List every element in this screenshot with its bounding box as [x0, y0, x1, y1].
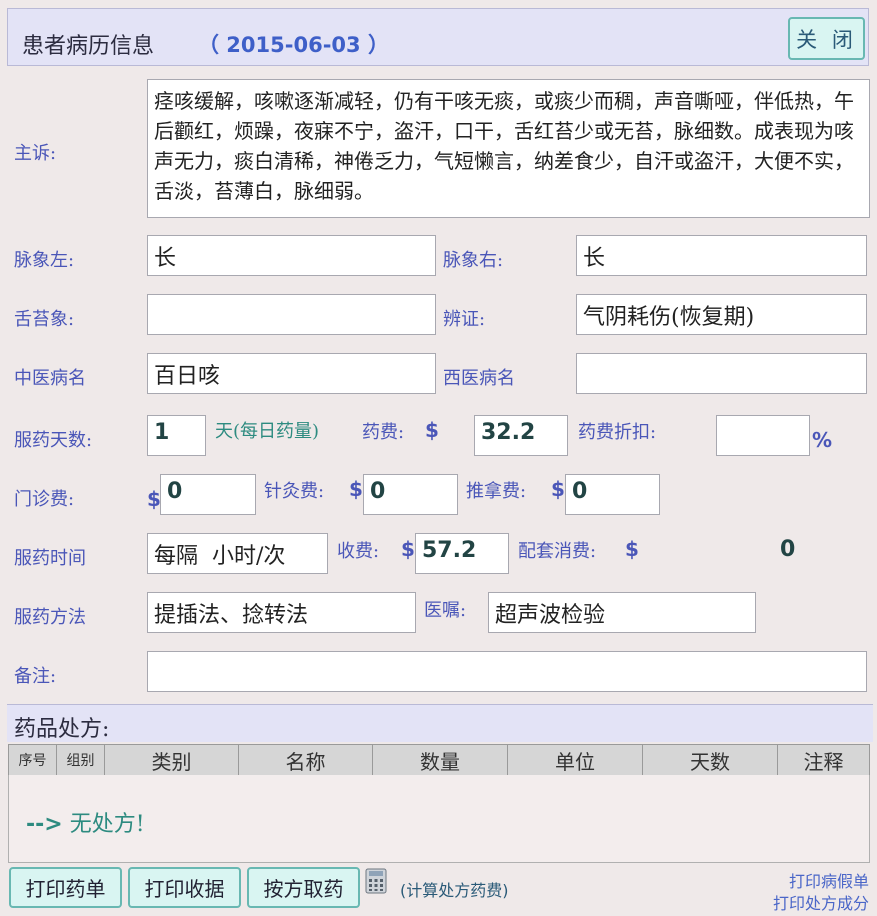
acupuncture-fee-currency: $	[349, 477, 363, 501]
syndrome-label: 辨证:	[443, 309, 486, 330]
dosing-time-label: 服药时间	[14, 548, 86, 569]
print-drug-list-button[interactable]: 打印药单	[9, 867, 122, 908]
col-header-unit[interactable]: 单位	[507, 744, 643, 776]
discount-label: 药费折扣:	[578, 422, 657, 443]
prescription-header-row: 序号 组别 类别 名称 数量 单位 天数 注释	[8, 744, 870, 776]
pulse-left-field[interactable]: 长	[147, 235, 436, 276]
col-header-quantity[interactable]: 数量	[372, 744, 508, 776]
supplies-fee-label: 配套消费:	[518, 541, 597, 562]
chief-complaint-textarea[interactable]: 痉咳缓解，咳嗽逐渐减轻，仍有干咳无痰，或痰少而稠，声音嘶哑，伴低热，午后颧红，烦…	[147, 79, 870, 218]
supplies-fee-value: 0	[780, 537, 796, 562]
drug-fee-currency: $	[425, 418, 439, 442]
western-disease-field[interactable]	[576, 353, 867, 394]
massage-fee-field[interactable]: 0	[565, 474, 660, 515]
calculate-fee-note: (计算处方药费)	[400, 881, 509, 900]
clinic-fee-label: 门诊费:	[14, 489, 75, 510]
drug-fee-field[interactable]: 32.2	[474, 415, 568, 456]
syndrome-field[interactable]: 气阴耗伤(恢复期)	[576, 294, 867, 335]
days-unit: 天(每日药量)	[215, 421, 320, 442]
col-header-name[interactable]: 名称	[238, 744, 373, 776]
no-prescription-text: 无处方!	[69, 812, 145, 837]
orders-label: 医嘱:	[424, 600, 467, 621]
acupuncture-fee-field[interactable]: 0	[363, 474, 458, 515]
chief-complaint-label: 主诉:	[14, 143, 57, 164]
col-header-category[interactable]: 类别	[104, 744, 239, 776]
print-rx-components-link[interactable]: 打印处方成分	[773, 890, 869, 914]
page-title: 患者病历信息	[22, 34, 155, 59]
massage-fee-currency: $	[551, 477, 565, 501]
days-label: 服药天数:	[14, 430, 93, 451]
charge-currency: $	[401, 537, 415, 561]
tongue-label: 舌苔象:	[14, 309, 75, 330]
orders-field[interactable]: 超声波检验	[488, 592, 756, 633]
tongue-field[interactable]	[147, 294, 436, 335]
print-receipt-button[interactable]: 打印收据	[128, 867, 241, 908]
method-label: 服药方法	[14, 607, 86, 628]
prescription-header-band	[7, 704, 873, 742]
supplies-fee-currency: $	[625, 537, 639, 561]
charge-label: 收费:	[337, 541, 380, 562]
charge-field[interactable]: 57.2	[415, 533, 509, 574]
col-header-index[interactable]: 序号	[8, 744, 57, 776]
calculator-icon[interactable]	[365, 868, 387, 894]
col-header-group[interactable]: 组别	[56, 744, 105, 776]
discount-percent: %	[812, 428, 833, 452]
clinic-fee-currency: $	[147, 487, 161, 511]
no-prescription-message: --> 无处方!	[26, 806, 145, 838]
prescription-title: 药品处方:	[14, 717, 110, 742]
drug-fee-label: 药费:	[362, 422, 405, 443]
prescription-table: 序号 组别 类别 名称 数量 单位 天数 注释	[8, 744, 870, 776]
days-field[interactable]: 1	[147, 415, 206, 456]
close-button[interactable]: 关 闭	[788, 17, 865, 60]
pulse-right-label: 脉象右:	[443, 250, 504, 271]
dosing-time-field[interactable]: 每隔 小时/次	[147, 533, 328, 574]
massage-fee-label: 推拿费:	[466, 481, 527, 502]
print-sick-leave-link[interactable]: 打印病假单	[789, 868, 869, 892]
col-header-days[interactable]: 天数	[642, 744, 778, 776]
take-by-prescription-button[interactable]: 按方取药	[247, 867, 360, 908]
tcm-disease-label: 中医病名	[14, 368, 86, 389]
clinic-fee-field[interactable]: 0	[160, 474, 256, 515]
method-field[interactable]: 提插法、捻转法	[147, 592, 416, 633]
tcm-disease-field[interactable]: 百日咳	[147, 353, 436, 394]
arrow-icon: -->	[26, 812, 63, 837]
record-date: （ 2015-06-03 ）	[198, 33, 389, 57]
notes-label: 备注:	[14, 666, 57, 687]
pulse-right-field[interactable]: 长	[576, 235, 867, 276]
discount-field[interactable]	[716, 415, 810, 456]
western-disease-label: 西医病名	[443, 368, 515, 389]
acupuncture-fee-label: 针灸费:	[264, 481, 325, 502]
notes-field[interactable]	[147, 651, 867, 692]
pulse-left-label: 脉象左:	[14, 250, 75, 271]
col-header-notes[interactable]: 注释	[777, 744, 870, 776]
